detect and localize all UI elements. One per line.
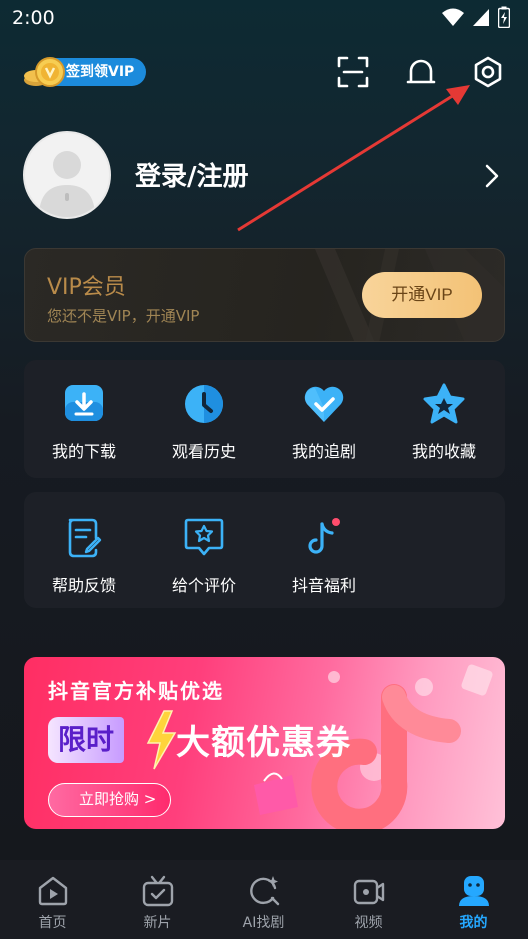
quick-item-label: 我的收藏 <box>411 442 476 461</box>
service-item-label: 抖音福利 <box>291 576 356 595</box>
status-icons <box>442 6 510 28</box>
quick-item-favorites[interactable]: 我的收藏 <box>384 382 504 462</box>
download-icon <box>65 385 103 421</box>
services-card: 帮助反馈 给个评价 抖音福利 <box>24 492 505 608</box>
chevron-right-icon[interactable] <box>480 162 504 190</box>
wifi-icon <box>442 8 464 26</box>
vip-card[interactable]: VIP会员 您还不是VIP，开通VIP 开通VIP <box>24 248 505 342</box>
banner-headline: 大额优惠券 <box>176 723 351 763</box>
douyin-icon <box>308 518 340 554</box>
avatar[interactable] <box>23 131 111 219</box>
star-icon <box>423 383 465 424</box>
quick-item-label: 我的追剧 <box>291 442 356 461</box>
quick-actions-card: 我的下载 观看历史 我的追剧 我的收藏 <box>24 360 505 478</box>
tab-label: 首页 <box>38 915 67 931</box>
signal-icon <box>473 9 489 26</box>
new-tv-icon <box>142 875 174 907</box>
quick-item-history[interactable]: 观看历史 <box>144 382 264 462</box>
banner-title: 抖音官方补贴优选 <box>48 679 224 703</box>
quick-item-downloads[interactable]: 我的下载 <box>24 382 144 462</box>
quick-item-label: 观看历史 <box>171 442 236 461</box>
buy-now-button[interactable]: 立即抢购 > <box>48 783 172 817</box>
battery-icon <box>498 6 510 28</box>
profile-icon <box>459 876 489 906</box>
video-camera-icon <box>353 879 385 905</box>
quick-item-label: 我的下载 <box>51 442 116 461</box>
status-bar: 2:00 <box>0 0 528 36</box>
home-play-icon <box>38 876 68 906</box>
status-time: 2:00 <box>12 7 55 29</box>
default-avatar-icon <box>39 151 95 217</box>
service-item-rate[interactable]: 给个评价 <box>144 516 264 596</box>
heart-check-icon <box>304 386 344 422</box>
quick-item-following[interactable]: 我的追剧 <box>264 382 384 462</box>
annotation-arrow <box>237 85 470 232</box>
tab-label: 视频 <box>354 915 383 931</box>
tab-label: 我的 <box>459 915 488 931</box>
tab-label: 新片 <box>143 915 172 931</box>
tab-ai-search[interactable]: AI找剧 <box>211 860 316 939</box>
vip-card-subtitle: 您还不是VIP，开通VIP <box>47 307 200 325</box>
lightning-icon <box>146 710 177 770</box>
tab-video[interactable]: 视频 <box>316 860 421 939</box>
coin-stack-icon <box>24 57 65 87</box>
service-item-label: 给个评价 <box>171 576 236 595</box>
sign-in-vip-button[interactable]: 签到领VIP <box>22 56 147 88</box>
open-vip-button[interactable]: 开通VIP <box>362 272 482 318</box>
tab-home[interactable]: 首页 <box>0 860 105 939</box>
banner-tag: 限时 <box>48 717 125 763</box>
ai-search-icon <box>250 876 280 906</box>
service-item-label: 帮助反馈 <box>51 576 116 595</box>
tab-mine[interactable]: 我的 <box>421 860 526 939</box>
vip-card-title: VIP会员 <box>47 275 126 300</box>
promo-banner[interactable]: 抖音官方补贴优选 限时 大额优惠券 立即抢购 > <box>24 657 505 829</box>
service-item-feedback[interactable]: 帮助反馈 <box>24 516 144 596</box>
tab-label: AI找剧 <box>242 915 285 931</box>
feedback-icon <box>68 518 102 558</box>
history-clock-icon <box>185 385 223 423</box>
tab-new[interactable]: 新片 <box>105 860 210 939</box>
bottom-tab-bar: 首页 新片 AI找剧 视频 我的 <box>0 860 528 939</box>
service-item-douyin[interactable]: 抖音福利 <box>264 516 384 596</box>
login-register-link[interactable]: 登录/注册 <box>135 156 249 193</box>
rate-icon <box>184 518 224 556</box>
